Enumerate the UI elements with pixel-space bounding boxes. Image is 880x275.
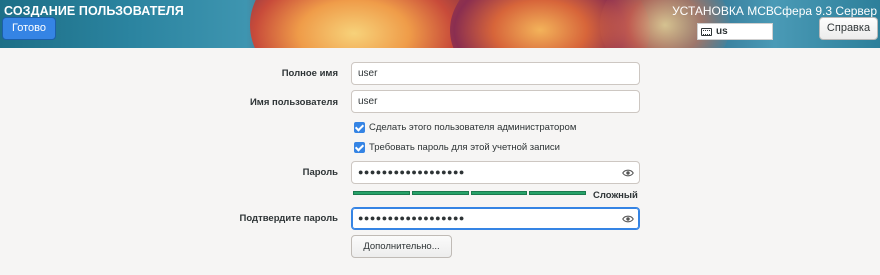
done-button[interactable]: Готово (2, 17, 56, 40)
strength-segment (353, 191, 410, 195)
header-banner: СОЗДАНИЕ ПОЛЬЗОВАТЕЛЯ Готово УСТАНОВКА М… (0, 0, 880, 48)
admin-checkbox[interactable] (354, 121, 365, 133)
admin-checkbox-row[interactable]: Сделать этого пользователя администратор… (354, 120, 576, 134)
password-strength-label: Сложный (593, 190, 638, 201)
keyboard-layout-label: us (716, 26, 728, 37)
keyboard-icon (701, 27, 712, 36)
advanced-button[interactable]: Дополнительно... (351, 235, 452, 258)
strength-segment (529, 191, 586, 195)
username-label: Имя пользователя (249, 97, 338, 108)
password-mask: ●●●●●●●●●●●●●●●●●● (358, 167, 465, 177)
page-title: СОЗДАНИЕ ПОЛЬЗОВАТЕЛЯ (4, 4, 184, 18)
confirm-password-mask: ●●●●●●●●●●●●●●●●●● (358, 213, 465, 223)
password-field[interactable]: ●●●●●●●●●●●●●●●●●● (351, 161, 640, 184)
keyboard-layout-indicator[interactable]: us (697, 23, 773, 40)
show-confirm-password-eye-icon[interactable] (622, 213, 634, 225)
password-strength-bar (353, 191, 586, 197)
help-button[interactable]: Справка (819, 17, 878, 40)
confirm-password-field[interactable]: ●●●●●●●●●●●●●●●●●● (351, 207, 640, 230)
full-name-label: Полное имя (281, 68, 338, 79)
strength-segment (411, 191, 469, 195)
require-password-checkbox-row[interactable]: Требовать пароль для этой учетной записи (354, 140, 560, 154)
strength-segment (470, 191, 528, 195)
full-name-field[interactable]: user (351, 62, 640, 85)
install-title: УСТАНОВКА МСВСфера 9.3 Сервер (672, 4, 877, 18)
username-field[interactable]: user (351, 90, 640, 113)
admin-checkbox-label: Сделать этого пользователя администратор… (369, 121, 577, 133)
confirm-password-label: Подтвердите пароль (239, 213, 338, 224)
show-password-eye-icon[interactable] (622, 167, 634, 179)
require-password-checkbox-label: Требовать пароль для этой учетной записи (369, 141, 560, 153)
password-label: Пароль (302, 167, 338, 178)
require-password-checkbox[interactable] (354, 141, 365, 153)
